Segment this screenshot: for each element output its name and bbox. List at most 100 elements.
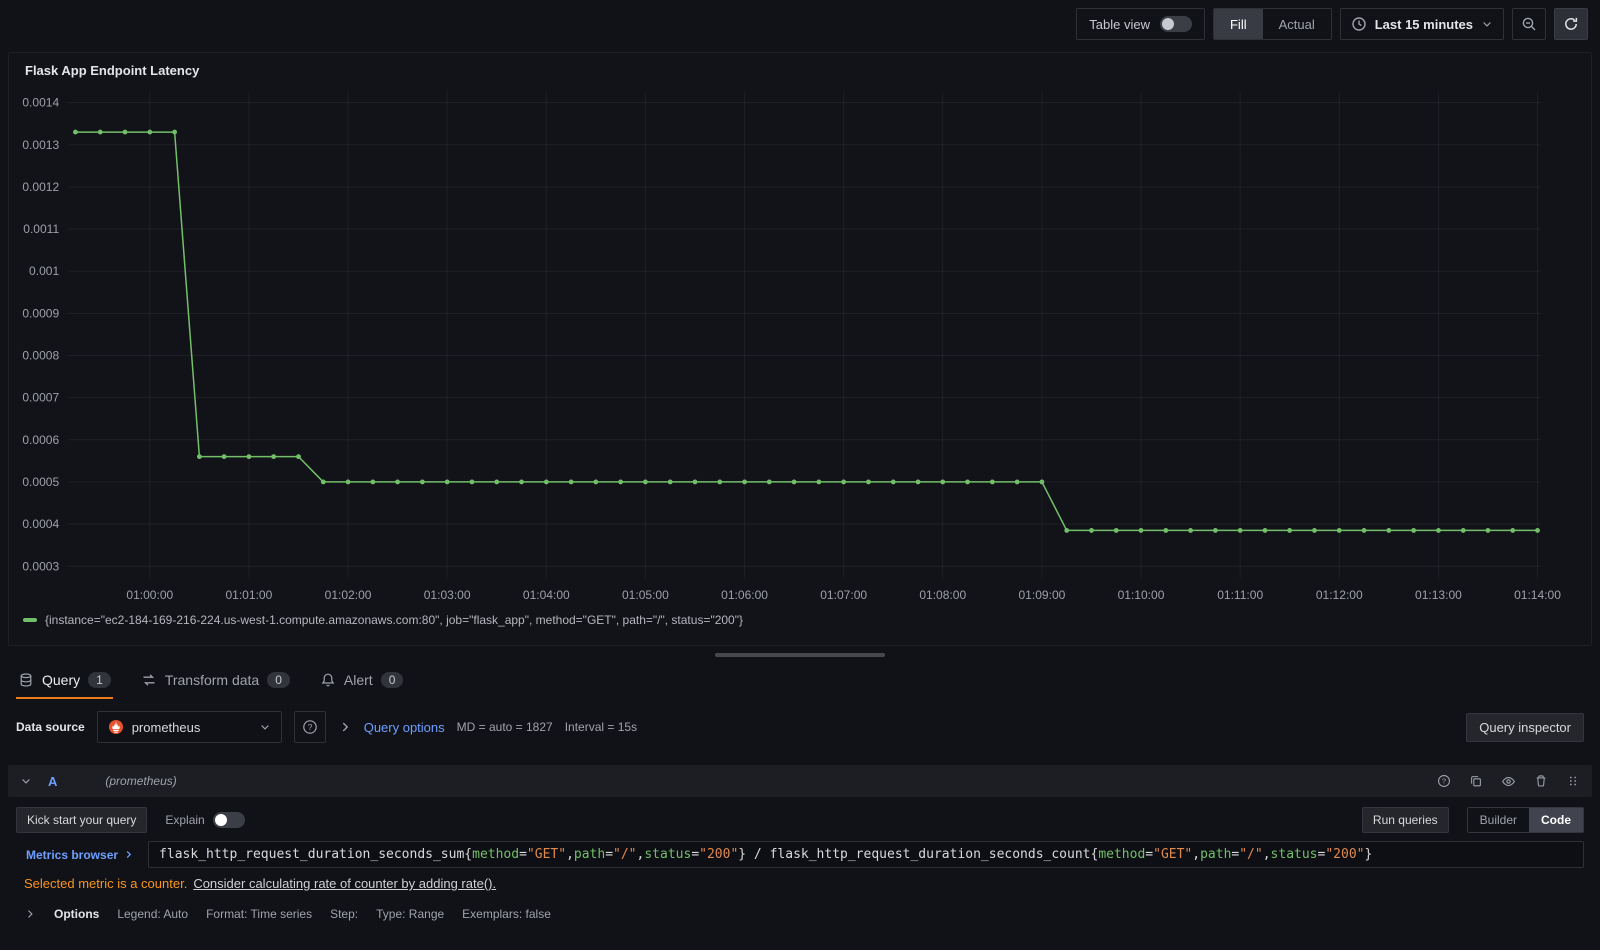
tab-alert-count: 0: [380, 672, 404, 688]
timeseries-chart[interactable]: 0.0003 0.0004 0.0005 0.0006 0.0007 0.0008 0.00…: [17, 82, 1583, 609]
chevron-down-icon: [259, 721, 271, 733]
chart-area[interactable]: 0.0003 0.0004 0.0005 0.0006 0.0007 0.0008 0.00…: [9, 82, 1591, 609]
svg-text:01:06:00: 01:06:00: [721, 588, 768, 602]
chart-legend: {instance="ec2-184-169-216-224.us-west-1…: [9, 609, 1591, 631]
query-options-link[interactable]: Query options: [364, 720, 445, 735]
timeseries-panel: Flask App Endpoint Latency 0.0003 0.0004 0…: [8, 52, 1592, 646]
svg-text:0.001: 0.001: [29, 264, 59, 278]
svg-text:01:11:00: 01:11:00: [1217, 588, 1263, 602]
tab-transform-data[interactable]: Transform data 0: [139, 668, 292, 699]
query-row-actions: ?: [1437, 774, 1580, 789]
query-toolbar-row: Kick start your query Explain Run querie…: [16, 807, 1584, 833]
eye-icon[interactable]: [1501, 774, 1516, 789]
warning-text: Selected metric is a counter.: [24, 876, 188, 891]
editor-tabs: Query 1 Transform data 0 Alert 0: [0, 660, 1600, 699]
svg-text:0.0006: 0.0006: [22, 433, 59, 447]
tab-transform-label: Transform data: [164, 672, 260, 688]
add-rate-link[interactable]: Consider calculating rate of counter by …: [193, 876, 496, 891]
svg-text:0.0013: 0.0013: [22, 138, 59, 152]
svg-text:01:01:00: 01:01:00: [225, 588, 272, 602]
time-range-label: Last 15 minutes: [1374, 16, 1473, 32]
help-circle-icon[interactable]: ?: [1437, 774, 1451, 788]
max-datapoints-text: MD = auto = 1827: [456, 720, 553, 734]
svg-text:?: ?: [1442, 777, 1446, 786]
counter-warning-row: Selected metric is a counter. Consider ca…: [24, 876, 1576, 891]
transform-icon: [141, 672, 157, 688]
magnifier-minus-icon: [1521, 16, 1537, 32]
svg-text:01:12:00: 01:12:00: [1316, 588, 1363, 602]
time-range-picker[interactable]: Last 15 minutes: [1339, 8, 1504, 40]
query-datasource-hint: (prometheus): [105, 774, 177, 788]
clock-icon: [1351, 16, 1367, 32]
angle-right-icon: [126, 850, 132, 859]
datasource-select[interactable]: prometheus: [96, 711, 282, 743]
options-label[interactable]: Options: [54, 907, 99, 921]
zoom-out-button[interactable]: [1512, 8, 1546, 40]
tab-query-count: 1: [88, 672, 111, 688]
toggle-knob: [1161, 18, 1174, 30]
pane-resize-handle[interactable]: [715, 653, 885, 657]
svg-text:0.0014: 0.0014: [22, 96, 59, 110]
table-view-toggle[interactable]: [1159, 16, 1192, 32]
kick-start-query-button[interactable]: Kick start your query: [16, 807, 148, 833]
query-inspector-button[interactable]: Query inspector: [1466, 712, 1584, 742]
datasource-help-button[interactable]: ?: [293, 711, 326, 743]
datasource-label: Data source: [16, 720, 85, 734]
options-step: Step:: [330, 907, 359, 921]
svg-text:01:02:00: 01:02:00: [325, 588, 372, 602]
svg-text:01:03:00: 01:03:00: [424, 588, 471, 602]
fill-actual-group: Fill Actual: [1212, 8, 1332, 40]
options-legend: Legend: Auto: [117, 907, 189, 921]
code-button[interactable]: Code: [1529, 808, 1583, 832]
table-view-group: Table view: [1076, 8, 1205, 40]
query-ref-id: A: [48, 773, 58, 789]
copy-icon[interactable]: [1469, 774, 1483, 788]
explain-label: Explain: [165, 813, 205, 827]
chevron-down-icon: [1481, 18, 1493, 30]
angle-right-icon[interactable]: [338, 720, 352, 734]
grip-icon[interactable]: [1566, 774, 1580, 788]
query-row-header[interactable]: A (prometheus) ?: [8, 765, 1592, 797]
legend-series-label[interactable]: {instance="ec2-184-169-216-224.us-west-1…: [45, 613, 743, 627]
angle-right-icon[interactable]: [24, 908, 36, 920]
database-icon: [18, 672, 34, 688]
tab-transform-count: 0: [267, 672, 290, 688]
explain-toggle[interactable]: [212, 812, 245, 828]
builder-code-group: Builder Code: [1466, 807, 1584, 833]
promql-query-input[interactable]: flask_http_request_duration_seconds_sum{…: [148, 841, 1584, 868]
panel-title: Flask App Endpoint Latency: [25, 63, 200, 78]
table-view-label: Table view: [1089, 16, 1150, 32]
builder-button[interactable]: Builder: [1468, 808, 1529, 832]
svg-text:0.0012: 0.0012: [22, 180, 59, 194]
tab-alert-label: Alert: [343, 672, 373, 688]
metrics-browser-link[interactable]: Metrics browser: [16, 841, 148, 868]
svg-text:01:13:00: 01:13:00: [1415, 588, 1462, 602]
collapse-chevron-icon[interactable]: [20, 775, 32, 787]
svg-text:01:09:00: 01:09:00: [1019, 588, 1066, 602]
refresh-icon: [1563, 16, 1579, 32]
metrics-browser-label: Metrics browser: [26, 847, 119, 862]
bell-icon: [320, 672, 336, 688]
top-toolbar: Table view Fill Actual Last 15 minutes: [0, 0, 1600, 48]
svg-text:01:07:00: 01:07:00: [820, 588, 867, 602]
interval-text: Interval = 15s: [564, 720, 638, 734]
trash-icon[interactable]: [1534, 774, 1548, 788]
help-circle-icon: ?: [302, 719, 318, 735]
svg-text:01:14:00: 01:14:00: [1514, 588, 1561, 602]
svg-text:0.0011: 0.0011: [23, 222, 59, 236]
options-exemplars: Exemplars: false: [462, 907, 551, 921]
fill-button[interactable]: Fill: [1213, 9, 1263, 39]
actual-button[interactable]: Actual: [1263, 9, 1331, 39]
legend-series-swatch: [23, 618, 37, 623]
tab-alert[interactable]: Alert 0: [318, 668, 405, 699]
promql-editor-row: Metrics browser flask_http_request_durat…: [16, 841, 1584, 868]
svg-text:0.0004: 0.0004: [22, 517, 59, 531]
datasource-row: Data source prometheus ? Query options M…: [0, 703, 1600, 751]
explain-group: Explain: [165, 812, 245, 828]
toggle-knob: [214, 814, 227, 826]
tab-query[interactable]: Query 1: [16, 668, 113, 699]
svg-text:?: ?: [307, 722, 312, 732]
svg-text:01:05:00: 01:05:00: [622, 588, 669, 602]
run-queries-button[interactable]: Run queries: [1361, 807, 1449, 833]
refresh-button[interactable]: [1554, 8, 1588, 40]
